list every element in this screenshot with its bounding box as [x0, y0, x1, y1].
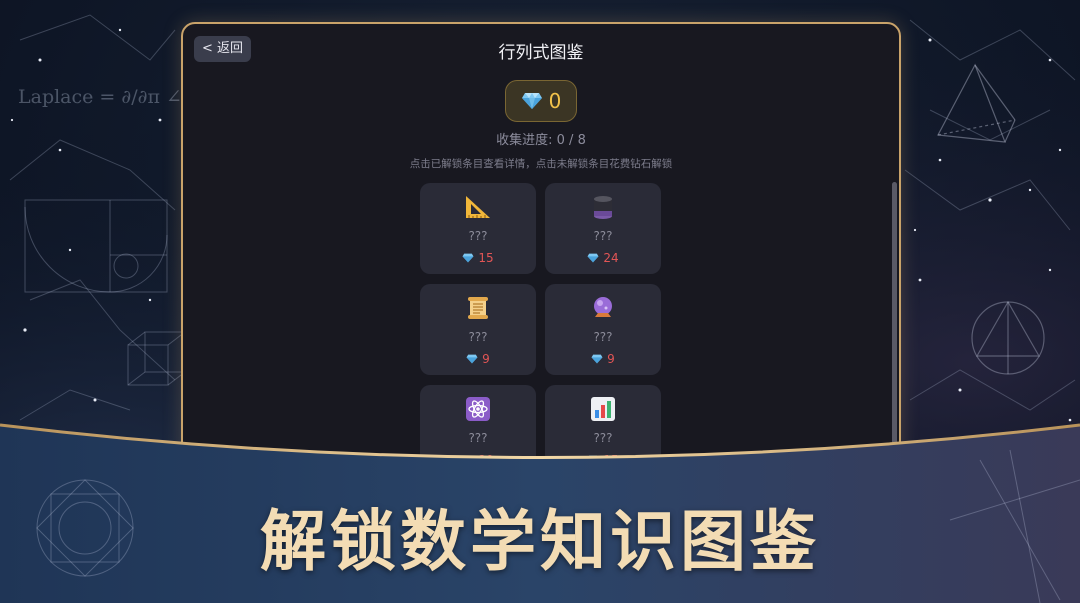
- diamond-icon: [462, 455, 474, 465]
- card-name: ???: [593, 229, 613, 243]
- diamond-icon: [462, 253, 474, 263]
- page-title: 行列式图鉴: [498, 43, 584, 63]
- card-name: ???: [468, 229, 488, 243]
- scrollbar[interactable]: [892, 182, 897, 482]
- card-name: ???: [468, 330, 488, 344]
- gem-count: 0: [548, 89, 562, 113]
- card-name: ???: [468, 431, 488, 445]
- screen: Laplace = ∂/∂π ∠∇(r < 返回 行列式图鉴 0 收集进度: 0…: [0, 0, 1080, 603]
- card-price-value: 15: [478, 251, 494, 265]
- locked-card[interactable]: ??? 9: [420, 284, 536, 375]
- locked-card[interactable]: ??? 15: [420, 183, 536, 274]
- card-name: ???: [593, 330, 613, 344]
- card-price: 30: [420, 453, 536, 467]
- card-price-value: 15: [603, 453, 619, 467]
- crystal-ball-icon: [594, 297, 612, 317]
- black-cylinder-icon: [594, 196, 612, 219]
- card-price-value: 9: [482, 352, 490, 366]
- card-price-value: 24: [603, 251, 619, 265]
- top-bar: < 返回 行列式图鉴: [183, 24, 899, 76]
- diamond-icon: [591, 354, 603, 364]
- scroll-icon: [468, 297, 488, 319]
- bar-chart-icon: [591, 397, 615, 421]
- locked-card[interactable]: ??? 30: [420, 385, 536, 476]
- card-grid: ??? 15 ??? 24 ??? 9 ??? 9 ??? 30 ??? 15: [420, 183, 664, 476]
- locked-card[interactable]: ??? 15: [545, 385, 661, 476]
- atom-icon: [466, 397, 490, 421]
- diamond-icon: [587, 455, 599, 465]
- gem-balance: 0: [505, 80, 577, 122]
- diamond-icon: [587, 253, 599, 263]
- diamond-icon: [521, 93, 542, 109]
- card-price: 9: [545, 352, 661, 366]
- device-screen: < 返回 行列式图鉴 0 收集进度: 0 / 8 点击已解锁条目查看详情，点击未…: [181, 22, 901, 496]
- collection-progress: 收集进度: 0 / 8: [496, 133, 586, 148]
- card-name: ???: [593, 431, 613, 445]
- card-price: 24: [545, 251, 661, 265]
- card-price: 15: [545, 453, 661, 467]
- diamond-icon: [466, 354, 478, 364]
- triangle-ruler-icon: [466, 196, 490, 218]
- card-price-value: 30: [478, 453, 494, 467]
- locked-card[interactable]: ??? 9: [545, 284, 661, 375]
- banner-title: 解锁数学知识图鉴: [260, 503, 820, 580]
- hint-text: 点击已解锁条目查看详情，点击未解锁条目花费钻石解锁: [409, 158, 673, 170]
- card-price: 15: [420, 251, 536, 265]
- card-price-value: 9: [607, 352, 615, 366]
- card-price: 9: [420, 352, 536, 366]
- locked-card[interactable]: ??? 24: [545, 183, 661, 274]
